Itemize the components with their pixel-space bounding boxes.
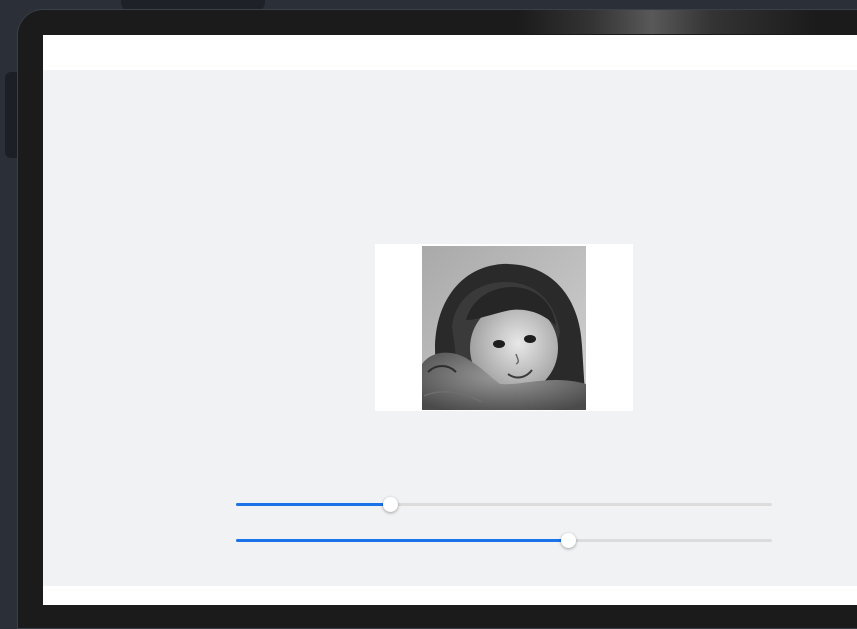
portrait-photo[interactable] xyxy=(422,246,586,410)
bottom-bar xyxy=(43,586,857,605)
top-bar xyxy=(43,35,857,70)
slider-2[interactable] xyxy=(236,532,772,550)
slider-2-thumb[interactable] xyxy=(561,533,577,548)
slider-2-fill xyxy=(236,539,569,542)
photo-frame xyxy=(375,244,633,411)
slider-1-fill xyxy=(236,503,390,506)
slider-1[interactable] xyxy=(236,496,772,514)
bezel-glare xyxy=(517,10,817,34)
slider-1-thumb[interactable] xyxy=(382,497,398,512)
photo-image xyxy=(422,246,586,410)
app-screen xyxy=(43,35,857,605)
